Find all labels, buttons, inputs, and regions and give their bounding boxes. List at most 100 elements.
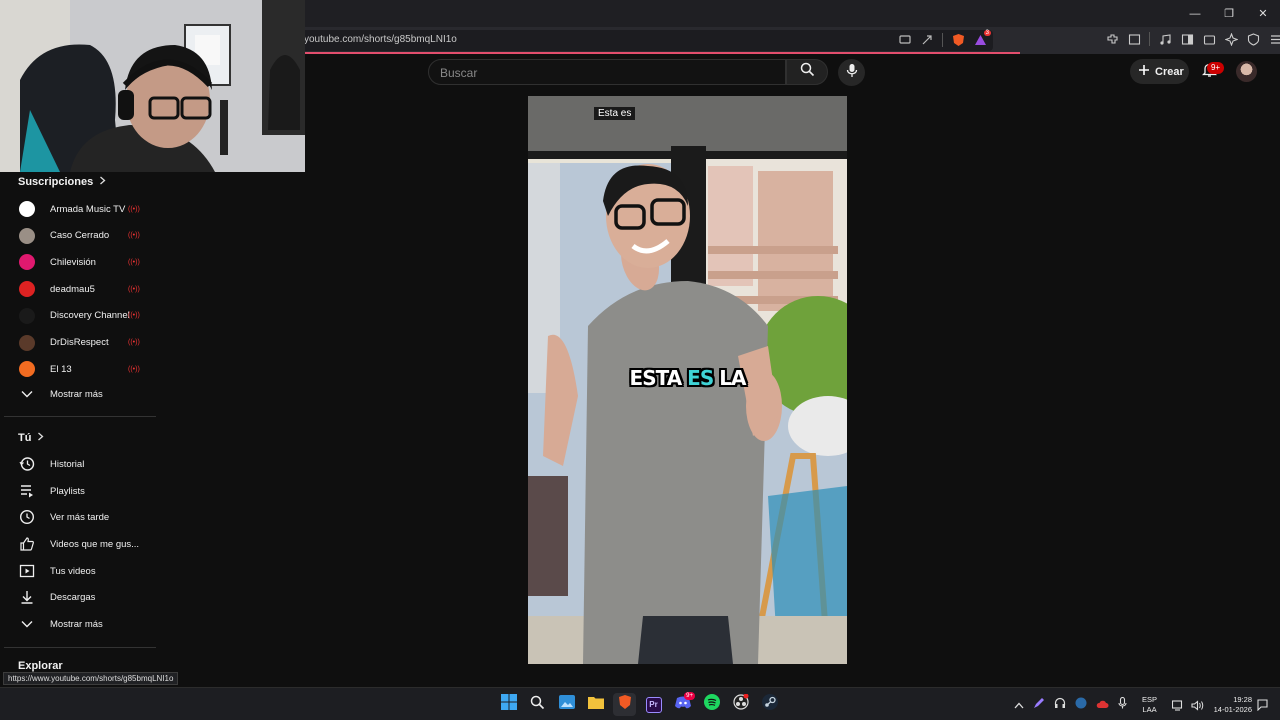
chevron-right-icon: [37, 432, 44, 444]
channel-name: DrDisRespect: [50, 337, 109, 348]
sidebar-item-label: Tus videos: [50, 565, 96, 577]
taskbar: Pr 9+ ESP LAA 19:28 14-01-2026: [0, 687, 1280, 720]
sidebar-item-watch-later[interactable]: Ver más tarde: [18, 506, 156, 528]
brave-browser-app[interactable]: [613, 693, 636, 716]
photos-app[interactable]: [555, 693, 578, 716]
subtitle-word: LA: [719, 366, 746, 390]
create-label: Crear: [1155, 65, 1184, 78]
search-icon: [530, 695, 545, 715]
show-more-subscriptions[interactable]: Mostrar más: [18, 383, 156, 405]
live-icon: ((•)): [128, 205, 140, 213]
url-text: youtube.com/shorts/g85bmqLNI1o: [304, 34, 457, 45]
create-button[interactable]: Crear: [1130, 59, 1189, 84]
sidebar-item-subscription[interactable]: Caso Cerrado ((•)): [18, 225, 156, 247]
microphone-tray-icon[interactable]: [1118, 696, 1127, 714]
screenshot-icon[interactable]: [1127, 32, 1141, 46]
brave-shield-icon[interactable]: [951, 33, 965, 47]
keyboard-layout: LAA: [1142, 705, 1157, 714]
wallet-icon[interactable]: [1202, 32, 1216, 46]
file-explorer-app[interactable]: [584, 693, 607, 716]
account-avatar[interactable]: [1236, 61, 1257, 82]
page-load-bar: [305, 52, 1020, 54]
link-status-bubble: https://www.youtube.com/shorts/g85bmqLNI…: [3, 672, 179, 685]
avatar: [19, 361, 35, 378]
steam-tray-icon[interactable]: [1075, 696, 1087, 714]
chevron-up-icon[interactable]: [1014, 696, 1024, 714]
clock[interactable]: 19:28 14-01-2026: [1206, 695, 1252, 715]
rewards-badge: 3: [983, 30, 991, 36]
premiere-pro-app[interactable]: Pr: [642, 693, 665, 716]
you-header[interactable]: Tú: [18, 432, 44, 444]
taskbar-search-button[interactable]: [526, 693, 549, 716]
sidebar-item-label: Historial: [50, 458, 85, 470]
close-icon[interactable]: ✕: [1246, 0, 1280, 27]
cloud-icon[interactable]: [1096, 696, 1109, 714]
brave-icon: [618, 694, 632, 715]
share-icon[interactable]: [920, 33, 934, 47]
leo-ai-icon[interactable]: [1224, 32, 1238, 46]
cast-icon[interactable]: [898, 33, 912, 47]
spotify-app[interactable]: [700, 693, 723, 716]
subscriptions-header[interactable]: Suscripciones: [18, 176, 106, 188]
start-button[interactable]: [497, 693, 520, 716]
sidebar-item-subscription[interactable]: Chilevisión ((•)): [18, 251, 156, 273]
sidebar-item-your-videos[interactable]: Tus videos: [18, 560, 156, 582]
sidebar-item-liked-videos[interactable]: Videos que me gus...: [18, 533, 156, 555]
input-language[interactable]: ESP LAA: [1142, 695, 1157, 715]
sidebar-icon[interactable]: [1180, 32, 1194, 46]
pen-icon[interactable]: [1033, 696, 1045, 714]
sidebar: Suscripciones Armada Music TV ((•)) Caso C…: [0, 172, 160, 687]
minimize-icon[interactable]: —: [1178, 0, 1212, 27]
search-icon: [800, 62, 815, 82]
live-icon: ((•)): [128, 232, 140, 240]
windows-icon: [500, 694, 517, 715]
show-more-you[interactable]: Mostrar más: [18, 613, 156, 635]
live-icon: ((•)): [128, 258, 140, 266]
vpn-icon[interactable]: [1246, 32, 1260, 46]
sidebar-item-history[interactable]: Historial: [18, 453, 156, 475]
watch-later-icon: [18, 508, 36, 526]
brave-rewards-icon[interactable]: 3: [973, 30, 991, 47]
sidebar-item-label: Playlists: [50, 485, 85, 497]
obs-app[interactable]: [729, 693, 752, 716]
avatar: [19, 307, 35, 324]
headset-icon[interactable]: [1054, 696, 1066, 714]
extensions-icon[interactable]: [1105, 32, 1119, 46]
window-controls: — ❐ ✕: [1178, 0, 1280, 27]
discord-app[interactable]: 9+: [671, 692, 695, 716]
chevron-down-icon: [18, 615, 36, 633]
microphone-icon: [846, 63, 858, 83]
your-videos-icon: [18, 562, 36, 580]
network-icon: [1171, 698, 1184, 716]
chevron-down-icon: [18, 385, 36, 403]
channel-avatar: [18, 227, 36, 245]
premiere-icon: Pr: [645, 696, 662, 713]
you-title: Tú: [18, 432, 32, 444]
sidebar-item-subscription[interactable]: El 13 ((•)): [18, 358, 156, 380]
search-input[interactable]: Buscar: [428, 59, 786, 85]
folder-icon: [587, 695, 604, 714]
sidebar-item-subscription[interactable]: DrDisRespect ((•)): [18, 332, 156, 354]
sidebar-item-playlists[interactable]: Playlists: [18, 480, 156, 502]
sidebar-item-subscription[interactable]: Discovery Channel ((•)): [18, 305, 156, 327]
sidebar-item-label: Videos que me gus...: [50, 538, 140, 550]
voice-search-button[interactable]: [838, 59, 865, 86]
channel-avatar: [18, 334, 36, 352]
webcam-overlay: [0, 0, 305, 172]
sidebar-item-downloads[interactable]: Descargas: [18, 586, 156, 608]
sidebar-item-subscription[interactable]: deadmau5 ((•)): [18, 278, 156, 300]
separator: [1149, 32, 1150, 46]
menu-icon[interactable]: [1268, 32, 1280, 46]
status-icons[interactable]: [1171, 698, 1204, 716]
steam-app[interactable]: [758, 693, 781, 716]
explore-header: Explorar: [18, 660, 63, 672]
music-icon[interactable]: [1158, 32, 1172, 46]
search-button[interactable]: [786, 59, 828, 85]
sidebar-item-subscription[interactable]: Armada Music TV ((•)): [18, 198, 156, 220]
notification-center-icon[interactable]: [1257, 698, 1268, 716]
address-bar[interactable]: youtube.com/shorts/g85bmqLNI1o 3: [288, 30, 993, 51]
channel-name: Discovery Channel: [50, 310, 130, 322]
channel-avatar: [18, 360, 36, 378]
restore-icon[interactable]: ❐: [1212, 0, 1246, 27]
notifications-badge: 9+: [1207, 62, 1224, 74]
